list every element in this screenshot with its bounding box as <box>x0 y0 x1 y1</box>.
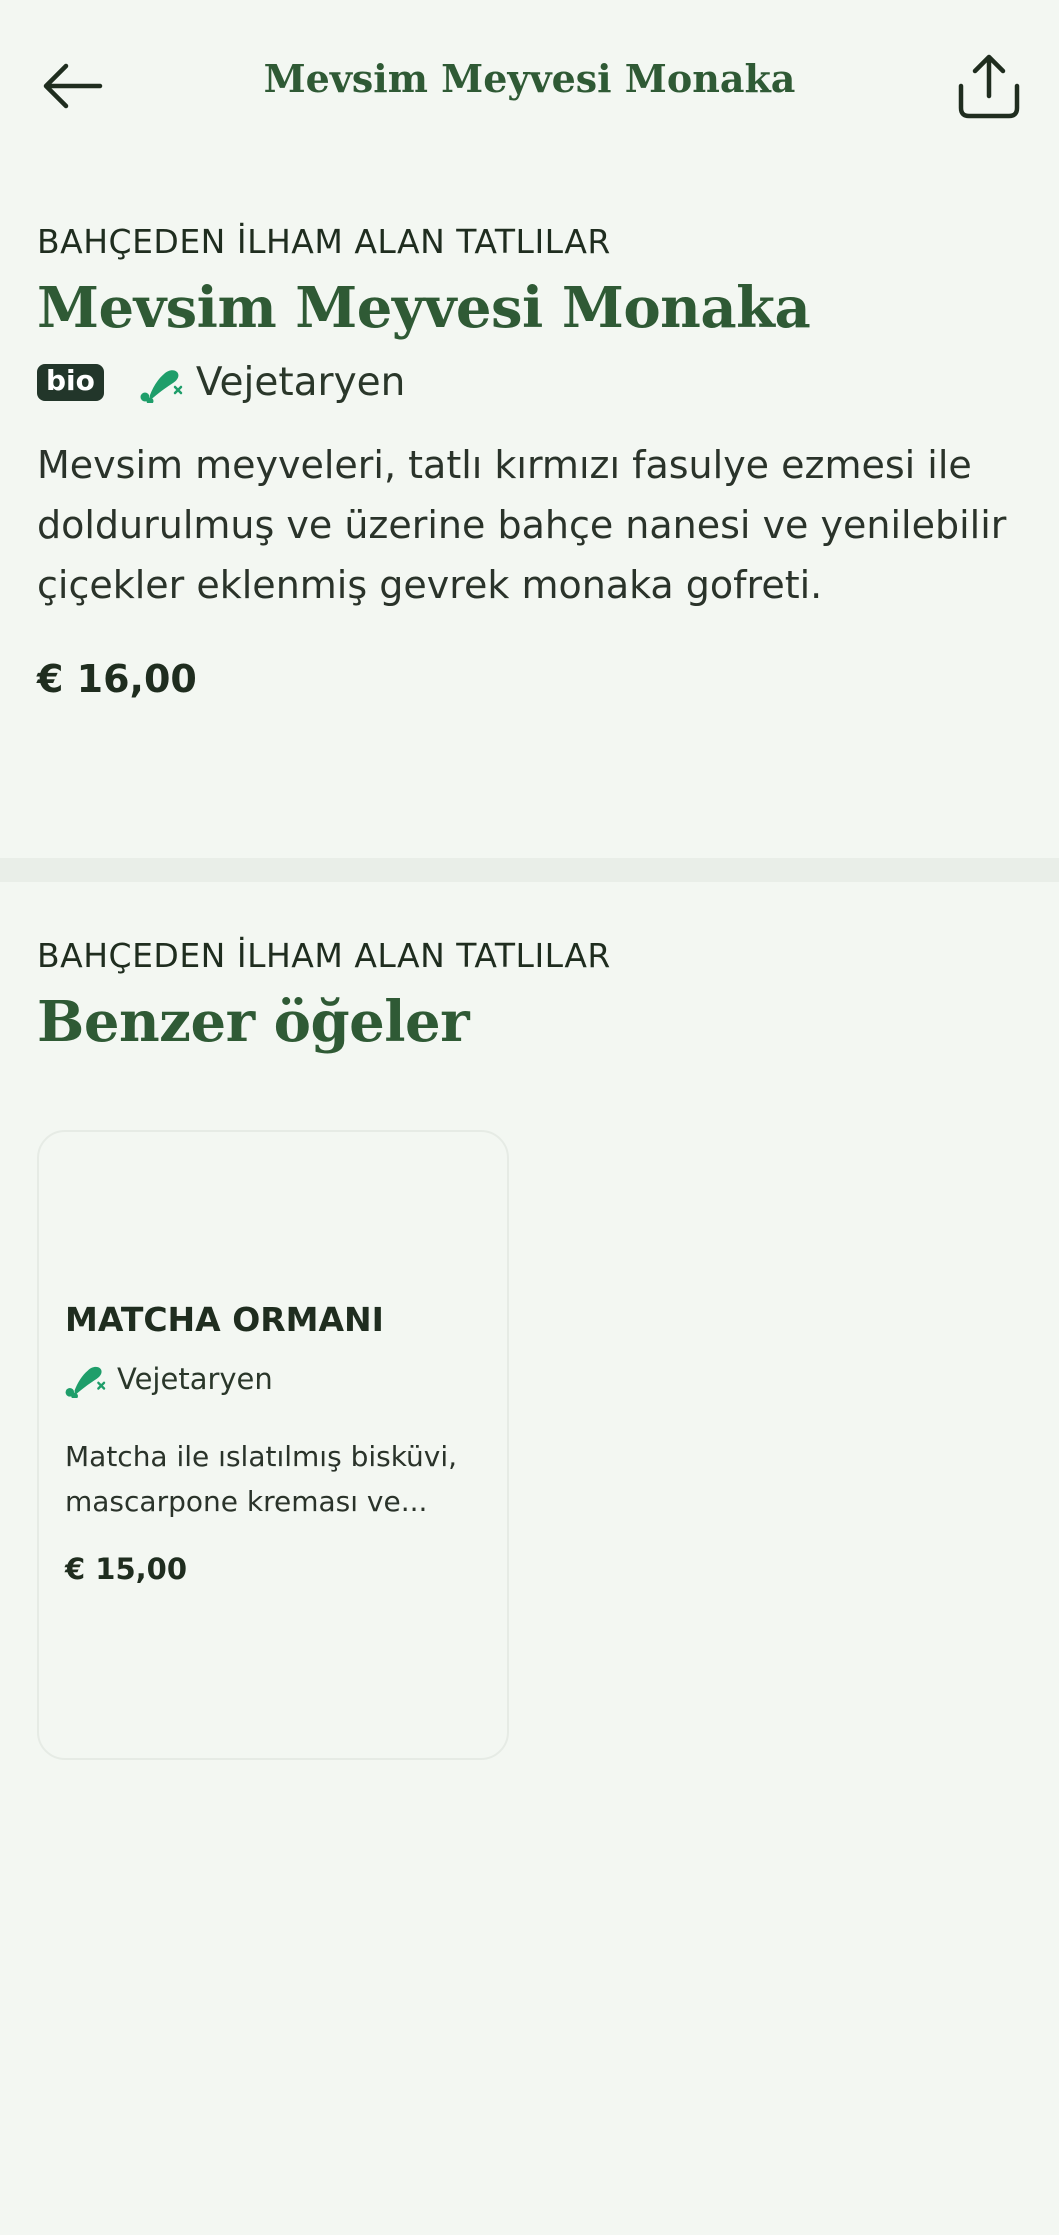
similar-item-name: MATCHA ORMANI <box>65 1300 384 1339</box>
top-bar: Mevsim Meyvesi Monaka <box>0 0 1059 170</box>
similar-item-description: Matcha ile ıslatılmış bisküvi, mascarpon… <box>65 1440 458 1518</box>
similar-title: Benzer öğeler <box>37 989 470 1055</box>
share-icon <box>958 54 1020 119</box>
bio-badge: bio <box>37 364 104 402</box>
similar-section: BAHÇEDEN İLHAM ALAN TATLILAR Benzer öğel… <box>37 936 1022 1056</box>
section-divider <box>0 858 1059 882</box>
product-price: € 16,00 <box>37 657 197 702</box>
page-title: Mevsim Meyvesi Monaka <box>263 56 796 101</box>
similar-item-diet-label: Vejetaryen <box>117 1362 273 1396</box>
drumstick-crossed-icon <box>65 1360 107 1398</box>
similar-item-tags: Vejetaryen <box>65 1360 273 1398</box>
arrow-left-icon <box>43 63 103 109</box>
diet-label: Vejetaryen <box>195 360 406 406</box>
product-tags: bio Vejetaryen <box>37 360 1022 405</box>
back-button[interactable] <box>36 50 108 122</box>
similar-category: BAHÇEDEN İLHAM ALAN TATLILAR <box>37 936 611 975</box>
similar-item-price: € 15,00 <box>65 1552 188 1586</box>
product-category: BAHÇEDEN İLHAM ALAN TATLILAR <box>37 222 611 261</box>
product-description: Mevsim meyveleri, tatlı kırmızı fasulye … <box>37 443 1007 608</box>
share-button[interactable] <box>949 46 1029 126</box>
similar-item-card[interactable]: MATCHA ORMANI Vejetaryen Matcha ile ısla… <box>37 1130 509 1760</box>
drumstick-crossed-icon <box>140 363 184 403</box>
product-name: Mevsim Meyvesi Monaka <box>37 275 811 341</box>
product-section: BAHÇEDEN İLHAM ALAN TATLILAR Mevsim Meyv… <box>37 222 1022 701</box>
